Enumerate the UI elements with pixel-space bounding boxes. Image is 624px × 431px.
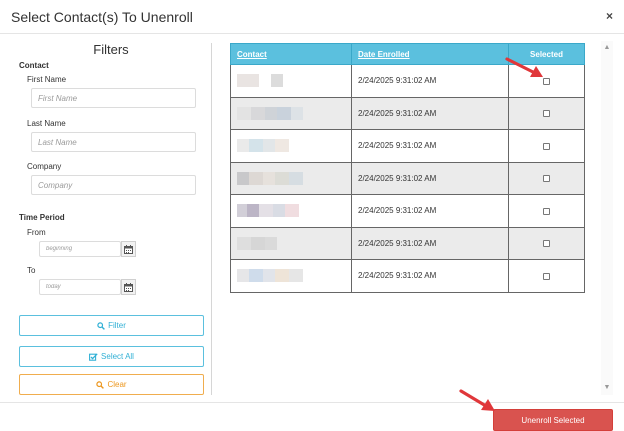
select-checkbox[interactable] — [543, 207, 550, 215]
unenroll-selected-button-label: Unenroll Selected — [521, 415, 585, 425]
table-row: 2/24/2025 9:31:02 AM — [230, 129, 585, 163]
select-checkbox[interactable] — [543, 240, 550, 248]
chevron-down-icon[interactable]: ▼ — [603, 384, 611, 392]
to-date-input[interactable] — [39, 279, 121, 295]
date-enrolled-column-header[interactable]: Date Enrolled — [351, 43, 509, 65]
contact-cell — [230, 64, 352, 98]
contact-cell — [230, 161, 352, 195]
close-icon[interactable]: × — [606, 10, 613, 22]
to-calendar-button[interactable] — [121, 279, 136, 295]
redacted-contact-name — [237, 236, 277, 250]
redacted-contact-name — [237, 171, 303, 185]
filter-button-label: Filter — [108, 321, 126, 330]
first-name-input[interactable] — [31, 88, 196, 108]
redacted-contact-name — [237, 204, 299, 218]
clear-button-label: Clear — [107, 380, 127, 389]
filters-panel: Filters Contact First Name Last Name Com… — [0, 34, 212, 396]
search-icon — [97, 321, 106, 330]
red-arrow-icon — [459, 389, 495, 411]
calendar-icon — [124, 244, 133, 254]
first-name-label: First Name — [27, 75, 67, 84]
selected-cell — [508, 259, 585, 293]
table-row: 2/24/2025 9:31:02 AM — [230, 161, 585, 195]
red-arrow-icon — [505, 57, 543, 77]
filters-title: Filters — [93, 42, 129, 57]
chevron-up-icon[interactable]: ▲ — [603, 44, 611, 52]
table-row: 2/24/2025 9:31:02 AM — [230, 96, 585, 130]
modal-header: Select Contact(s) To Unenroll × — [0, 0, 624, 34]
modal-title: Select Contact(s) To Unenroll — [11, 9, 193, 25]
last-name-label: Last Name — [27, 119, 66, 128]
table-row: 2/24/2025 9:31:02 AM — [230, 194, 585, 228]
clear-button[interactable]: Clear — [19, 374, 204, 395]
modal-scrollbar[interactable]: ▲ ▼ — [601, 41, 613, 395]
to-label: To — [27, 266, 36, 275]
contact-cell — [230, 96, 352, 130]
contact-cell — [230, 259, 352, 293]
select-all-button-label: Select All — [101, 352, 134, 361]
company-label: Company — [27, 162, 62, 171]
contact-cell — [230, 194, 352, 228]
redacted-contact-name — [237, 269, 303, 283]
contacts-table: Contact Date Enrolled Selected 2/24/2025… — [230, 43, 585, 293]
filter-button[interactable]: Filter — [19, 315, 204, 336]
select-checkbox[interactable] — [543, 142, 550, 150]
contact-section-label: Contact — [19, 61, 49, 70]
date-enrolled-cell: 2/24/2025 9:31:02 AM — [351, 161, 509, 195]
date-enrolled-cell: 2/24/2025 9:31:02 AM — [351, 259, 509, 293]
from-calendar-button[interactable] — [121, 241, 136, 257]
check-square-icon — [89, 352, 98, 361]
table-row: 2/24/2025 9:31:02 AM — [230, 226, 585, 260]
unenroll-selected-button[interactable]: Unenroll Selected — [493, 409, 613, 431]
date-enrolled-cell: 2/24/2025 9:31:02 AM — [351, 226, 509, 260]
date-enrolled-cell: 2/24/2025 9:31:02 AM — [351, 64, 509, 98]
select-checkbox[interactable] — [543, 272, 550, 280]
time-period-section-label: Time Period — [19, 213, 65, 222]
last-name-input[interactable] — [31, 132, 196, 152]
selected-cell — [508, 96, 585, 130]
from-label: From — [27, 228, 46, 237]
from-date-input[interactable] — [39, 241, 121, 257]
contact-cell — [230, 226, 352, 260]
filters-divider — [211, 43, 212, 395]
select-checkbox[interactable] — [543, 175, 550, 183]
date-enrolled-cell: 2/24/2025 9:31:02 AM — [351, 96, 509, 130]
redacted-contact-name — [237, 74, 283, 88]
date-enrolled-cell: 2/24/2025 9:31:02 AM — [351, 194, 509, 228]
table-row: 2/24/2025 9:31:02 AM — [230, 259, 585, 293]
date-enrolled-cell: 2/24/2025 9:31:02 AM — [351, 129, 509, 163]
selected-cell — [508, 194, 585, 228]
select-all-button[interactable]: Select All — [19, 346, 204, 367]
redacted-contact-name — [237, 106, 303, 120]
selected-cell — [508, 226, 585, 260]
redacted-contact-name — [237, 139, 289, 153]
calendar-icon — [124, 282, 133, 292]
contact-cell — [230, 129, 352, 163]
select-checkbox[interactable] — [543, 110, 550, 118]
contact-column-header[interactable]: Contact — [230, 43, 352, 65]
selected-cell — [508, 161, 585, 195]
company-input[interactable] — [31, 175, 196, 195]
search-icon — [96, 380, 105, 389]
selected-cell — [508, 129, 585, 163]
